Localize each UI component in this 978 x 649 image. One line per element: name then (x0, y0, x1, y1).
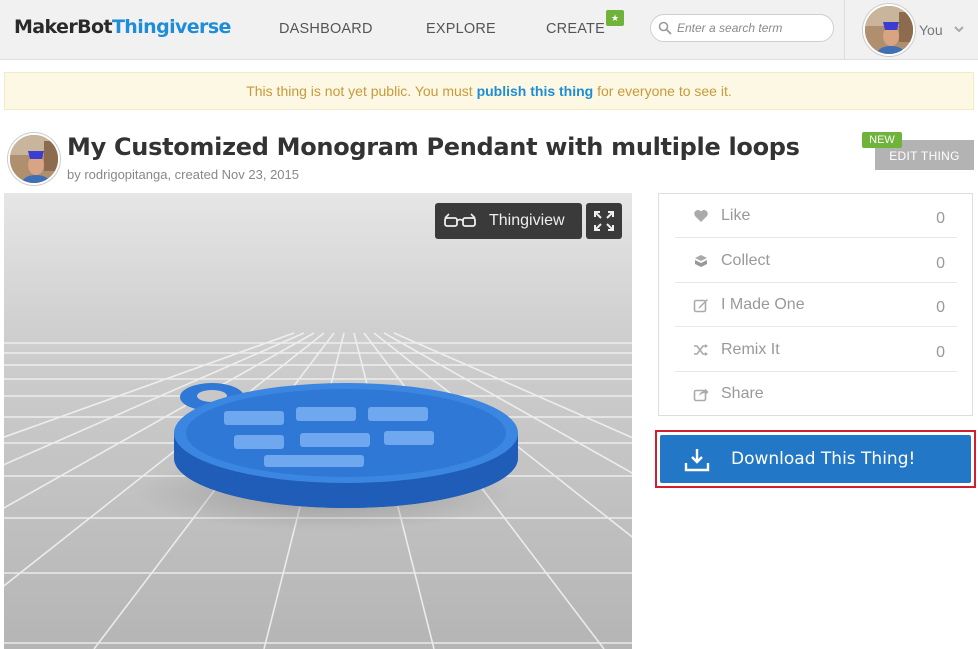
nav-explore-link[interactable]: EXPLORE (426, 21, 496, 37)
avatar-image-icon (865, 6, 913, 54)
search-box[interactable] (650, 14, 834, 42)
thingiview-label: Thingiview (489, 212, 565, 229)
i-made-one-label: I Made One (721, 296, 805, 313)
pendant-render-image (4, 193, 632, 649)
remix-label: Remix It (721, 341, 780, 358)
logo-thingiverse-text: Thingiverse (111, 16, 231, 38)
notice-text-suffix: for everyone to see it. (593, 83, 732, 99)
new-badge: NEW (862, 132, 902, 148)
i-made-one-action[interactable]: I Made One 0 (675, 283, 957, 327)
download-thing-button[interactable]: Download This Thing! (660, 435, 971, 483)
thingiview-button[interactable]: Thingiview (435, 203, 582, 239)
fullscreen-button[interactable] (586, 203, 622, 239)
notice-text-prefix: This thing is not yet public. You must (246, 83, 477, 99)
create-new-star-badge: ★ (606, 10, 624, 26)
edit-box-icon (693, 299, 708, 313)
collect-action[interactable]: Collect 0 (675, 239, 957, 283)
download-label: Download This Thing! (731, 449, 916, 469)
remix-count: 0 (936, 344, 945, 361)
thing-3d-preview[interactable]: Thingiview (4, 193, 632, 649)
expand-icon (594, 211, 614, 231)
search-input[interactable] (677, 18, 827, 38)
like-action[interactable]: Like 0 (675, 194, 957, 238)
nav-dashboard-link[interactable]: DASHBOARD (279, 21, 373, 37)
3d-glasses-icon (444, 213, 476, 227)
nav-create-link[interactable]: CREATE (546, 21, 605, 37)
makerbot-thingiverse-logo[interactable]: MakerBotThingiverse (14, 16, 231, 38)
top-navigation-bar: MakerBotThingiverse DASHBOARD EXPLORE CR… (0, 0, 978, 60)
thing-actions-panel: Like 0 Collect 0 I Made One 0 Remix It 0… (658, 193, 973, 416)
collect-count: 0 (936, 255, 945, 272)
not-public-notice: This thing is not yet public. You must p… (4, 72, 974, 110)
chevron-down-icon[interactable] (953, 24, 965, 34)
remix-action[interactable]: Remix It 0 (675, 328, 957, 372)
collect-icon (695, 255, 707, 267)
download-icon (684, 449, 710, 472)
user-name-label[interactable]: You (919, 22, 943, 38)
logo-makerbot-text: MakerBot (14, 16, 113, 38)
share-icon (693, 388, 709, 402)
user-menu[interactable]: You (844, 0, 978, 60)
like-count: 0 (936, 210, 945, 227)
share-label: Share (721, 385, 764, 402)
like-label: Like (721, 207, 751, 224)
user-avatar[interactable] (863, 4, 915, 56)
collect-label: Collect (721, 252, 770, 269)
search-icon (658, 21, 672, 35)
download-highlight-frame: Download This Thing! (655, 430, 976, 488)
thing-title: My Customized Monogram Pendant with mult… (67, 133, 800, 161)
creator-avatar[interactable] (8, 133, 60, 185)
heart-icon (694, 210, 708, 222)
share-action[interactable]: Share (675, 372, 957, 416)
shuffle-icon (694, 344, 708, 356)
thing-byline: by rodrigopitanga, created Nov 23, 2015 (67, 167, 299, 182)
publish-thing-link[interactable]: publish this thing (477, 83, 594, 99)
i-made-one-count: 0 (936, 299, 945, 316)
creator-avatar-image-icon (10, 135, 58, 183)
